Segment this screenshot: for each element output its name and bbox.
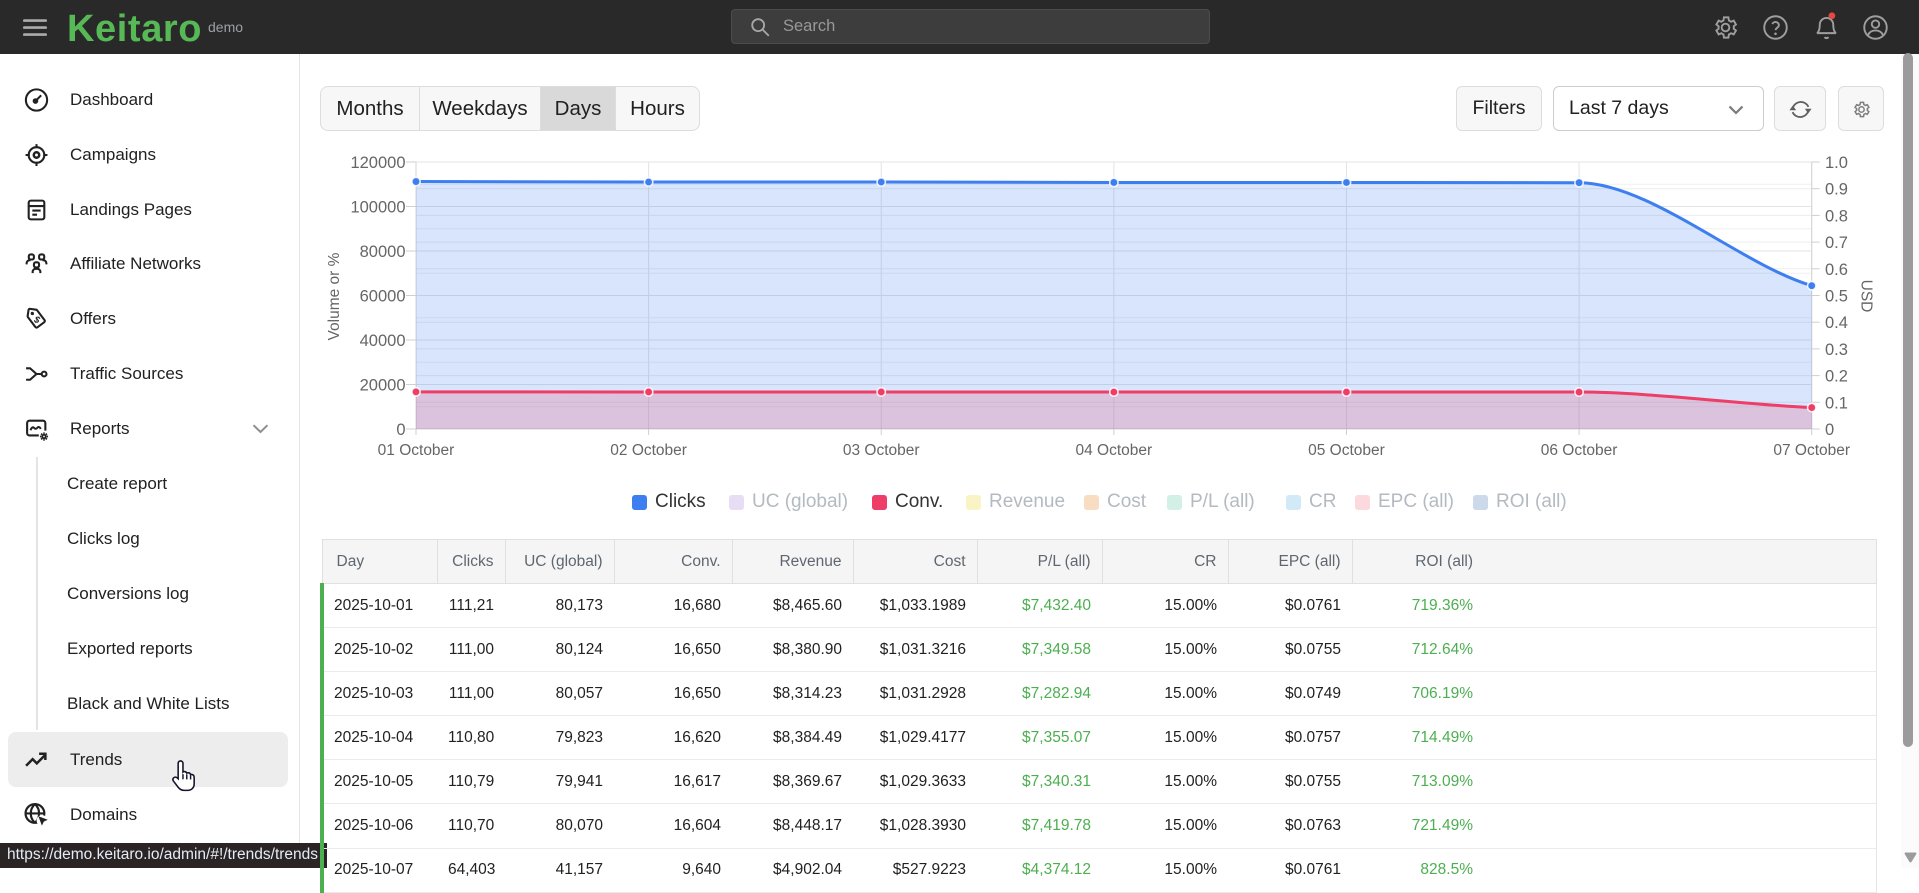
svg-text:0.7: 0.7 <box>1825 234 1848 252</box>
svg-text:60000: 60000 <box>360 288 406 306</box>
svg-text:USD: USD <box>1858 280 1875 313</box>
svg-text:0.5: 0.5 <box>1825 288 1848 306</box>
svg-text:20000: 20000 <box>360 377 406 395</box>
svg-text:06 October: 06 October <box>1541 442 1618 459</box>
svg-text:40000: 40000 <box>360 332 406 350</box>
svg-text:0: 0 <box>396 421 405 439</box>
svg-text:120000: 120000 <box>350 154 405 172</box>
svg-text:0.3: 0.3 <box>1825 341 1848 359</box>
svg-text:100000: 100000 <box>350 199 405 217</box>
svg-text:Volume or %: Volume or % <box>326 252 343 340</box>
svg-text:0.1: 0.1 <box>1825 394 1848 412</box>
svg-text:0: 0 <box>1825 421 1834 439</box>
svg-text:1.0: 1.0 <box>1825 154 1848 172</box>
svg-text:0.4: 0.4 <box>1825 314 1848 332</box>
svg-text:0.9: 0.9 <box>1825 181 1848 199</box>
svg-text:0.6: 0.6 <box>1825 261 1848 279</box>
svg-text:01 October: 01 October <box>378 442 455 459</box>
svg-text:0.2: 0.2 <box>1825 368 1848 386</box>
svg-text:80000: 80000 <box>360 243 406 261</box>
svg-text:0.8: 0.8 <box>1825 207 1848 225</box>
svg-text:05 October: 05 October <box>1308 442 1385 459</box>
svg-text:07 October: 07 October <box>1773 442 1850 459</box>
svg-text:02 October: 02 October <box>610 442 687 459</box>
svg-text:04 October: 04 October <box>1076 442 1153 459</box>
svg-text:03 October: 03 October <box>843 442 920 459</box>
